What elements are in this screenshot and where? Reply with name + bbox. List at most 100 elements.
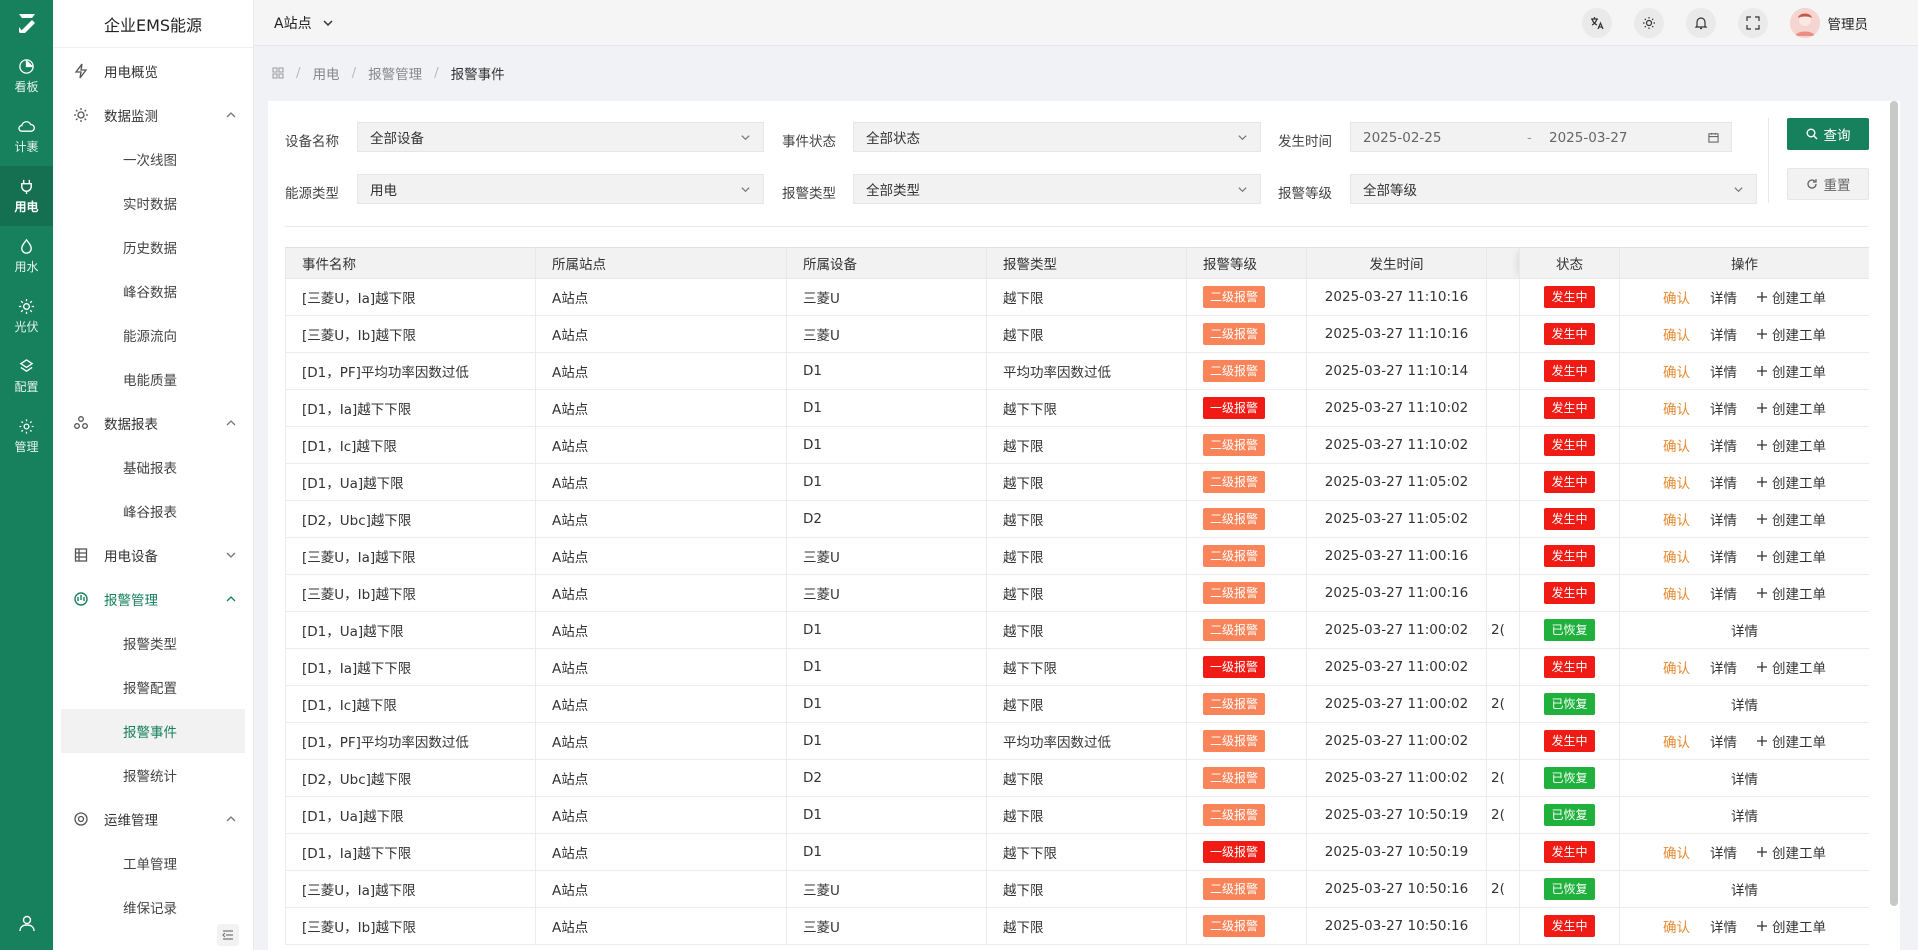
detail-link[interactable]: 详情 [1710,509,1737,529]
submenu-item[interactable]: 工单管理 [53,841,253,885]
confirm-link[interactable]: 确认 [1663,546,1690,566]
create-workorder-link[interactable]: 创建工单 [1757,287,1826,307]
fullscreen-icon[interactable] [1737,8,1768,38]
col-header-type[interactable]: 报警类型 [986,247,1187,279]
menu-ops-management[interactable]: 运维管理 [53,797,253,841]
detail-link[interactable]: 详情 [1731,620,1758,640]
submenu-item-alarm-events[interactable]: 报警事件 [61,709,245,753]
create-workorder-link[interactable]: 创建工单 [1757,842,1826,862]
theme-sun-icon[interactable] [1633,8,1664,38]
create-workorder-link[interactable]: 创建工单 [1757,472,1826,492]
reset-button[interactable]: 重置 [1787,168,1869,200]
detail-link[interactable]: 详情 [1710,546,1737,566]
submenu-item[interactable]: 历史数据 [53,225,253,269]
detail-link[interactable]: 详情 [1731,694,1758,714]
submenu-item[interactable]: 报警配置 [53,665,253,709]
detail-link[interactable]: 详情 [1731,768,1758,788]
date-range-picker[interactable]: 2025-02-25 - 2025-03-27 [1350,122,1732,152]
rail-item-power[interactable]: 用电 [0,166,53,226]
detail-link[interactable]: 详情 [1710,398,1737,418]
submenu-item[interactable]: 能源流向 [53,313,253,357]
collapse-sidebar-icon[interactable] [217,924,239,946]
create-workorder-link[interactable]: 创建工单 [1757,509,1826,529]
submenu-item[interactable]: 报警类型 [53,621,253,665]
col-header-name[interactable]: 事件名称 [285,247,536,279]
detail-link[interactable]: 详情 [1710,287,1737,307]
detail-link[interactable]: 详情 [1710,731,1737,751]
create-workorder-link[interactable]: 创建工单 [1757,546,1826,566]
site-selector[interactable]: A站点 [274,13,334,33]
confirm-link[interactable]: 确认 [1663,472,1690,492]
confirm-link[interactable]: 确认 [1663,657,1690,677]
menu-data-monitoring[interactable]: 数据监测 [53,93,253,137]
col-header-status[interactable]: 状态 [1519,247,1620,279]
rail-item-metering[interactable]: 计裹 [0,106,53,166]
breadcrumb-item[interactable]: 报警管理 [368,63,422,83]
rail-item-board[interactable]: 看板 [0,46,53,106]
create-workorder-link[interactable]: 创建工单 [1757,731,1826,751]
create-workorder-link[interactable]: 创建工单 [1757,435,1826,455]
create-workorder-link[interactable]: 创建工单 [1757,398,1826,418]
confirm-link[interactable]: 确认 [1663,842,1690,862]
col-header-time[interactable]: 发生时间 [1306,247,1487,279]
date-end[interactable]: 2025-03-27 [1549,130,1627,146]
confirm-link[interactable]: 确认 [1663,731,1690,751]
confirm-link[interactable]: 确认 [1663,287,1690,307]
col-header-site[interactable]: 所属站点 [535,247,787,279]
confirm-link[interactable]: 确认 [1663,916,1690,936]
submenu-item[interactable]: 电能质量 [53,357,253,401]
scrollbar[interactable] [1890,101,1898,906]
rail-item-manage[interactable]: 管理 [0,406,53,466]
confirm-link[interactable]: 确认 [1663,324,1690,344]
rail-item-config[interactable]: 配置 [0,346,53,406]
status-select[interactable]: 全部状态 [853,122,1261,152]
alarm-type-select[interactable]: 全部类型 [853,174,1261,204]
detail-link[interactable]: 详情 [1710,435,1737,455]
submenu-item[interactable]: 实时数据 [53,181,253,225]
confirm-link[interactable]: 确认 [1663,361,1690,381]
detail-link[interactable]: 详情 [1710,361,1737,381]
submenu-item[interactable]: 维保记录 [53,885,253,929]
translate-icon[interactable] [1581,8,1612,38]
menu-power-devices[interactable]: 用电设备 [53,533,253,577]
col-header-device[interactable]: 所属设备 [786,247,987,279]
alarm-level-select[interactable]: 全部等级 [1350,174,1757,204]
energy-type-select[interactable]: 用电 [357,174,764,204]
rail-item-water[interactable]: 用水 [0,226,53,286]
confirm-link[interactable]: 确认 [1663,583,1690,603]
submenu-item[interactable]: 一次线图 [53,137,253,181]
create-workorder-link[interactable]: 创建工单 [1757,324,1826,344]
confirm-link[interactable]: 确认 [1663,435,1690,455]
detail-link[interactable]: 详情 [1710,583,1737,603]
detail-link[interactable]: 详情 [1710,916,1737,936]
confirm-link[interactable]: 确认 [1663,509,1690,529]
create-workorder-link[interactable]: 创建工单 [1757,361,1826,381]
menu-data-reports[interactable]: 数据报表 [53,401,253,445]
detail-link[interactable]: 详情 [1710,324,1737,344]
grid-home-icon[interactable] [272,67,284,79]
detail-link[interactable]: 详情 [1710,657,1737,677]
submenu-item[interactable]: 报警统计 [53,753,253,797]
avatar[interactable] [1789,8,1820,38]
rail-item-pv[interactable]: 光伏 [0,286,53,346]
device-select[interactable]: 全部设备 [357,122,764,152]
user-name[interactable]: 管理员 [1828,13,1869,33]
breadcrumb-item[interactable]: 用电 [313,63,340,83]
confirm-link[interactable]: 确认 [1663,398,1690,418]
user-icon[interactable] [0,914,53,932]
submenu-item[interactable]: 峰谷数据 [53,269,253,313]
date-start[interactable]: 2025-02-25 [1363,130,1441,146]
submenu-item[interactable]: 基础报表 [53,445,253,489]
menu-power-overview[interactable]: 用电概览 [53,49,253,93]
detail-link[interactable]: 详情 [1710,842,1737,862]
create-workorder-link[interactable]: 创建工单 [1757,916,1826,936]
detail-link[interactable]: 详情 [1731,879,1758,899]
create-workorder-link[interactable]: 创建工单 [1757,657,1826,677]
detail-link[interactable]: 详情 [1731,805,1758,825]
col-header-level[interactable]: 报警等级 [1186,247,1307,279]
submenu-item[interactable]: 峰谷报表 [53,489,253,533]
detail-link[interactable]: 详情 [1710,472,1737,492]
query-button[interactable]: 查询 [1787,118,1869,150]
bell-icon[interactable] [1685,8,1716,38]
create-workorder-link[interactable]: 创建工单 [1757,583,1826,603]
